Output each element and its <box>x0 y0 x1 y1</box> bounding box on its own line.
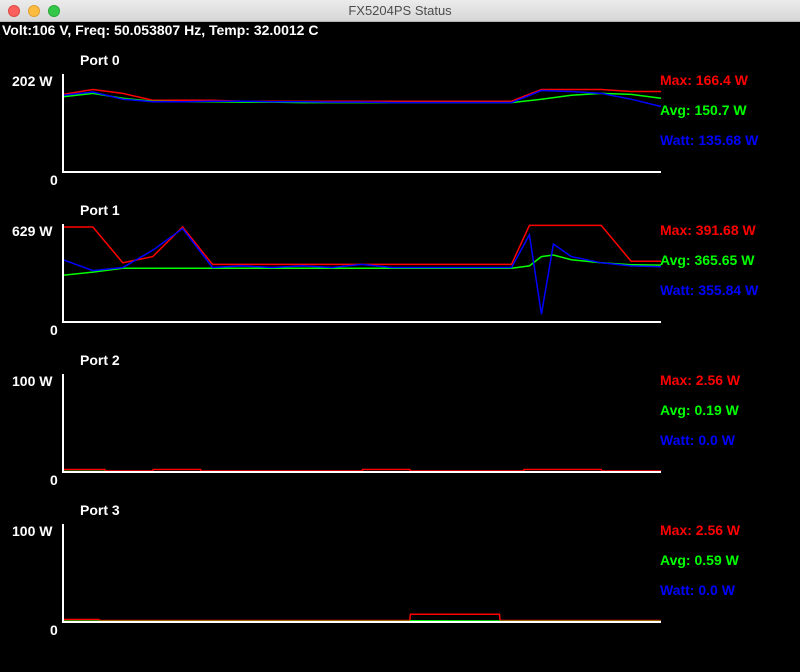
series-line-watt <box>62 89 662 108</box>
max-value: Max: 2.56 W <box>660 372 741 388</box>
watt-value: Watt: 0.0 W <box>660 582 735 598</box>
watt-value: Watt: 0.0 W <box>660 432 735 448</box>
avg-value: Avg: 0.19 W <box>660 402 739 418</box>
max-value: Max: 391.68 W <box>660 222 756 238</box>
series-line-max <box>63 468 661 472</box>
port-panel-3: Port 3 100 W 0 Max: 2.56 W Avg: 0.59 W W… <box>0 502 800 652</box>
y-axis-zero-label: 0 <box>50 622 58 638</box>
port-panel-0: Port 0 202 W 0 Max: 166.4 W Avg: 150.7 W… <box>0 52 800 202</box>
y-axis-zero-label: 0 <box>50 472 58 488</box>
y-axis-max-label: 100 W <box>12 373 53 389</box>
status-readout: Volt:106 V, Freq: 50.053807 Hz, Temp: 32… <box>2 22 319 38</box>
avg-value: Avg: 0.59 W <box>660 552 739 568</box>
y-axis-max-label: 100 W <box>12 523 53 539</box>
max-value: Max: 2.56 W <box>660 522 741 538</box>
status-window: FX5204PS Status Volt:106 V, Freq: 50.053… <box>0 0 800 672</box>
y-axis-zero-label: 0 <box>50 172 58 188</box>
max-value: Max: 166.4 W <box>660 72 748 88</box>
watt-value: Watt: 355.84 W <box>660 282 759 298</box>
port-2-chart <box>62 374 661 473</box>
port-1-chart <box>62 224 662 323</box>
port-3-chart <box>62 524 661 623</box>
watt-value: Watt: 135.68 W <box>660 132 759 148</box>
y-axis-zero-label: 0 <box>50 322 58 338</box>
port-0-chart <box>62 74 662 173</box>
port-panel-2: Port 2 100 W 0 Max: 2.56 W Avg: 0.19 W W… <box>0 352 800 502</box>
series-line-max <box>63 224 661 266</box>
series-line-max <box>63 613 661 622</box>
series-line-watt <box>62 227 662 315</box>
avg-value: Avg: 150.7 W <box>660 102 747 118</box>
title-bar[interactable]: FX5204PS Status <box>0 0 800 22</box>
y-axis-max-label: 202 W <box>12 73 53 89</box>
y-axis-max-label: 629 W <box>12 223 53 239</box>
port-panel-1: Port 1 629 W 0 Max: 391.68 W Avg: 365.65… <box>0 202 800 352</box>
window-title: FX5204PS Status <box>348 3 452 18</box>
avg-value: Avg: 365.65 W <box>660 252 755 268</box>
